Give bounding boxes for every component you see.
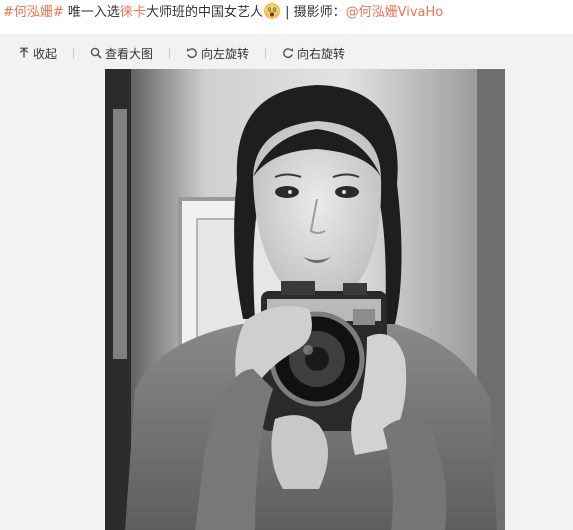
rotate-right-label: 向右旋转 [297, 46, 346, 61]
post-text: #何泓姗# 唯一入选徕卡大师班的中国女艺人 | 摄影师：@何泓姗VivaHo [3, 2, 443, 24]
topic-link[interactable]: #何泓姗# [3, 5, 64, 20]
weibo-post: #何泓姗# 唯一入选徕卡大师班的中国女艺人 | 摄影师：@何泓姗VivaHo 收… [0, 0, 573, 530]
media-toolbar: 收起 查看大图 向左旋转 向右旋转 [18, 44, 361, 62]
collapse-arrow-icon [20, 47, 28, 58]
toolbar-divider [73, 47, 75, 59]
photographer-label: 摄影师： [293, 5, 346, 20]
post-text-segment-1: 唯一入选 [63, 5, 120, 20]
media-expanded-box: 收起 查看大图 向左旋转 向右旋转 [0, 34, 573, 530]
rotate-left-button[interactable]: 向左旋转 [186, 45, 249, 62]
rotate-right-button[interactable]: 向右旋转 [282, 45, 345, 62]
collapse-button[interactable]: 收起 [18, 45, 57, 62]
post-text-segment-2: 大师班的中国女艺人 [145, 5, 263, 20]
collapse-label: 收起 [33, 46, 58, 61]
view-large-button[interactable]: 查看大图 [90, 45, 153, 62]
toolbar-divider [265, 47, 267, 59]
magnifier-icon [90, 47, 102, 59]
mention-link[interactable]: @何泓姗VivaHo [346, 5, 444, 20]
portrait-image [105, 69, 505, 530]
rotate-left-icon [186, 48, 197, 59]
post-photo[interactable] [105, 69, 505, 530]
toolbar-divider [169, 47, 171, 59]
brand-link[interactable]: 徕卡 [120, 5, 146, 20]
separator-text: | [280, 5, 294, 20]
rotate-right-icon [283, 48, 294, 59]
scared-face-emoji-icon [264, 3, 280, 19]
rotate-left-label: 向左旋转 [201, 46, 250, 61]
view-large-label: 查看大图 [105, 46, 154, 61]
